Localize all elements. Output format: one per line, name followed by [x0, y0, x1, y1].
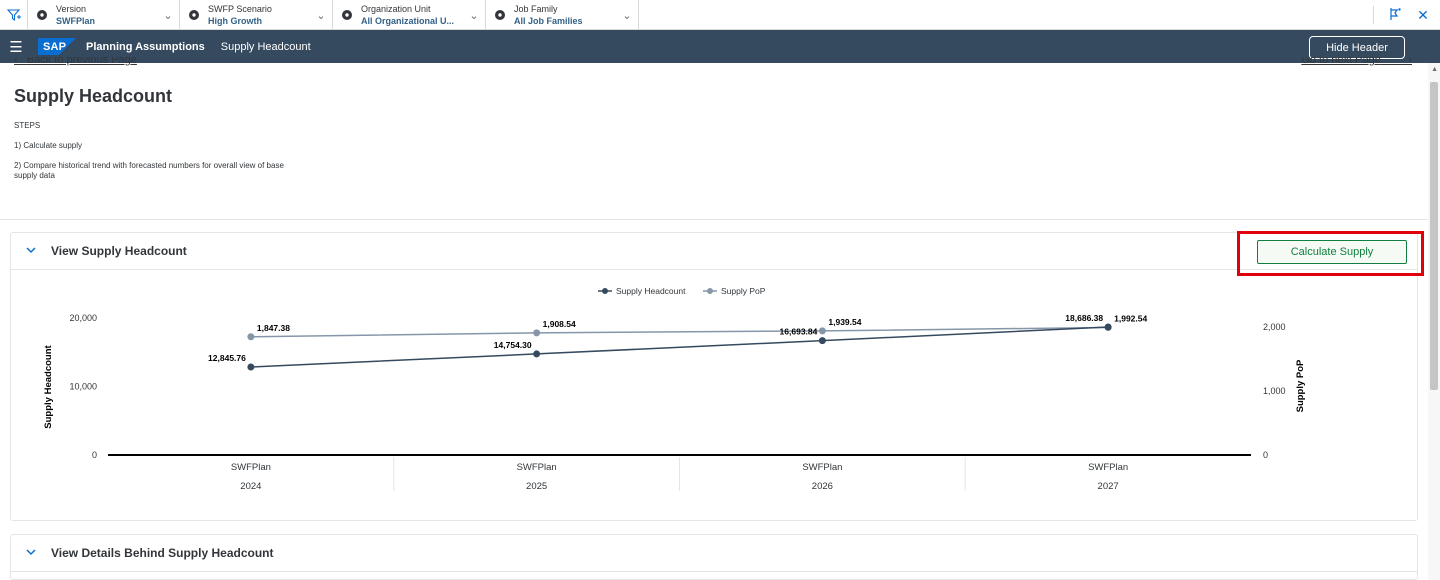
- y-tick-right: 1,000: [1263, 386, 1286, 396]
- step-2: 2) Compare historical trend with forecas…: [14, 161, 284, 180]
- data-point-supply-headcount: [247, 363, 255, 371]
- dimension-icon: [37, 10, 47, 20]
- chevron-down-icon[interactable]: ⌄: [157, 9, 179, 22]
- view-details-panel: View Details Behind Supply Headcount: [10, 534, 1418, 580]
- data-point-supply-headcount: [1104, 323, 1112, 331]
- chevron-down-icon[interactable]: ⌄: [616, 9, 638, 22]
- scrollbar-thumb[interactable]: [1430, 82, 1438, 390]
- data-label-supply-pop: 1,992.54: [1114, 313, 1147, 323]
- app-subtitle: Supply Headcount: [220, 40, 311, 53]
- variable-settings-icon[interactable]: [1384, 7, 1406, 24]
- data-point-supply-pop: [247, 333, 255, 341]
- divider: [1373, 6, 1374, 24]
- y-axis-title-left: Supply Headcount: [43, 344, 54, 428]
- legend-label-supply-headcount: Supply Headcount: [616, 286, 686, 296]
- filter-icon[interactable]: [0, 0, 27, 30]
- filter-scenario[interactable]: SWFP Scenario High Growth ⌄: [180, 0, 333, 30]
- filter-label: Version: [56, 4, 87, 14]
- series-line-supply-pop: [250, 326, 1109, 338]
- legend-label-supply-pop: Supply PoP: [721, 286, 766, 296]
- x-tick-label-year: 2024: [240, 481, 261, 492]
- step-1: 1) Calculate supply: [14, 141, 83, 150]
- data-point-supply-headcount: [818, 337, 826, 345]
- chevron-down-icon[interactable]: ⌄: [310, 9, 332, 22]
- steps-heading: STEPS: [14, 121, 41, 130]
- data-label-supply-headcount: 12,845.76: [208, 353, 246, 363]
- filter-value: All Job Families: [514, 16, 583, 26]
- x-tick-label-version: SWFPlan: [1088, 462, 1128, 473]
- panel-title: View Details Behind Supply Headcount: [51, 546, 274, 560]
- view-supply-headcount-panel: View Supply Headcount Calculate Supply S…: [10, 231, 1424, 521]
- chevron-down-icon[interactable]: [11, 245, 51, 257]
- prev-link-label: Back to previous Page: [26, 57, 137, 66]
- back-to-previous-page-link[interactable]: ‹ Back to previous Page: [14, 57, 137, 66]
- filter-label: Organization Unit: [361, 4, 431, 14]
- legend-marker-supply-pop: [707, 288, 713, 294]
- data-label-supply-pop: 1,847.38: [257, 323, 290, 333]
- filter-job-family[interactable]: Job Family All Job Families ⌄: [486, 0, 639, 30]
- dimension-icon: [495, 10, 505, 20]
- data-point-supply-pop: [533, 329, 541, 337]
- header-divider: [0, 219, 1428, 220]
- x-tick-label-year: 2026: [812, 481, 833, 492]
- data-point-supply-pop: [818, 327, 826, 335]
- panel-header[interactable]: View Details Behind Supply Headcount: [11, 535, 1417, 572]
- panel-header[interactable]: View Supply Headcount Calculate Supply: [11, 231, 1424, 276]
- close-icon[interactable]: ✕: [1412, 7, 1434, 24]
- x-tick-label-version: SWFPlan: [517, 462, 557, 473]
- legend-marker-supply-headcount: [602, 288, 608, 294]
- highlight-box: [1237, 231, 1424, 276]
- filter-label: SWFP Scenario: [208, 4, 272, 14]
- filter-value: High Growth: [208, 16, 262, 26]
- x-tick-label-year: 2025: [526, 481, 547, 492]
- y-tick-left: 20,000: [69, 313, 97, 323]
- filter-value: SWFPlan: [56, 16, 96, 26]
- y-axis-title-right: Supply PoP: [1295, 359, 1306, 412]
- dimension-icon: [189, 10, 199, 20]
- x-tick-label-version: SWFPlan: [802, 462, 842, 473]
- data-label-supply-pop: 1,939.54: [828, 317, 861, 327]
- filter-version[interactable]: Version SWFPlan ⌄: [27, 0, 180, 30]
- next-link-label: Go to next Page: [1301, 57, 1381, 66]
- filter-org-unit[interactable]: Organization Unit All Organizational U..…: [333, 0, 486, 30]
- app-title: Planning Assumptions: [86, 40, 205, 53]
- panel-title: View Supply Headcount: [51, 244, 187, 258]
- x-tick-label-year: 2027: [1098, 481, 1119, 492]
- page-navigation: ‹ Back to previous Page Go to next Page …: [14, 57, 1414, 67]
- scroll-up-icon[interactable]: ▲: [1431, 66, 1438, 73]
- steps-text: STEPS 1) Calculate supply 2) Compare his…: [14, 121, 304, 191]
- data-label-supply-pop: 1,908.54: [543, 319, 576, 329]
- y-tick-left: 10,000: [69, 382, 97, 392]
- data-label-supply-headcount: 14,754.30: [494, 340, 532, 350]
- data-point-supply-headcount: [533, 350, 541, 358]
- chevron-down-icon[interactable]: ⌄: [463, 9, 485, 22]
- filter-label: Job Family: [514, 4, 558, 14]
- supply-headcount-chart: Supply Headcount Supply PoP 20,000 10,000 0 2…: [11, 271, 1417, 521]
- chevron-down-icon[interactable]: [11, 547, 51, 559]
- y-tick-left: 0: [92, 450, 97, 460]
- y-tick-right: 0: [1263, 450, 1268, 460]
- sap-logo-text: SAP: [43, 40, 67, 53]
- sap-logo: SAP: [38, 38, 76, 55]
- go-to-next-page-link[interactable]: Go to next Page ›: [1301, 57, 1412, 66]
- dimension-icon: [342, 10, 352, 20]
- data-label-supply-headcount: 18,686.38: [1065, 313, 1103, 323]
- y-tick-right: 2,000: [1263, 322, 1286, 332]
- hide-header-button[interactable]: Hide Header: [1309, 36, 1405, 59]
- filter-bar: Version SWFPlan ⌄ SWFP Scenario High Gro…: [0, 0, 1440, 30]
- data-label-supply-headcount: 16,693.84: [780, 327, 818, 337]
- page-title: Supply Headcount: [14, 86, 173, 106]
- chart-svg: Supply Headcount Supply PoP 20,000 10,000 0 2…: [43, 286, 1306, 492]
- x-tick-label-version: SWFPlan: [231, 462, 271, 473]
- series-line-supply-headcount: [250, 326, 1109, 368]
- filter-value: All Organizational U...: [361, 16, 455, 26]
